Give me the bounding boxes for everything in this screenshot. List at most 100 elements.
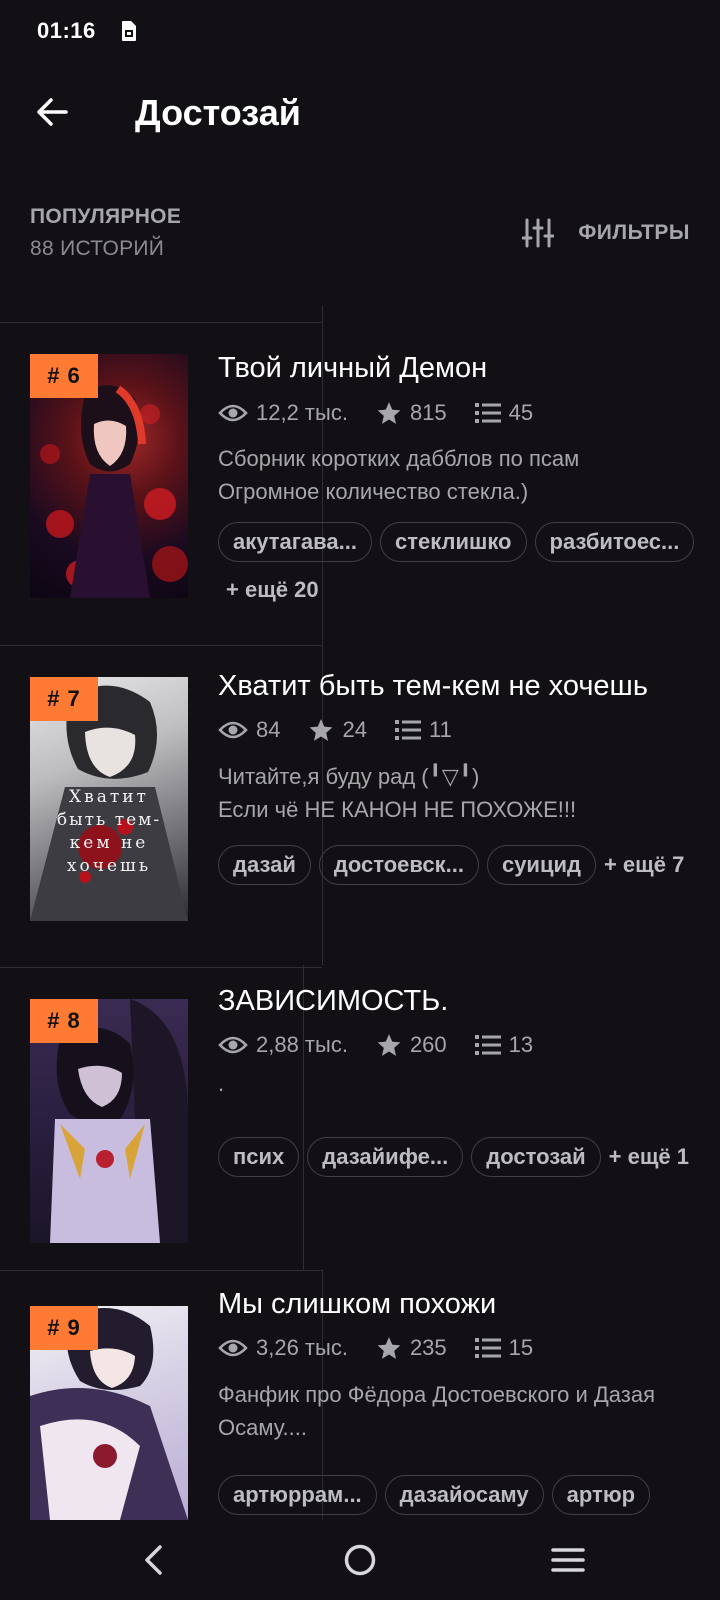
tag[interactable]: дазайосаму [384,1475,544,1515]
story-stats: 2,88 тыс. 260 13 [218,1032,561,1058]
votes-count: 24 [342,717,367,742]
tag[interactable]: разбитоес... [534,522,695,562]
nav-menu-button[interactable] [544,1536,592,1584]
story-title[interactable]: Хватит быть тем-кем не хочешь [218,670,648,703]
tag[interactable]: дазай [218,845,311,885]
status-time: 01:16 [37,18,96,43]
more-tags[interactable]: + ещё 7 [604,845,684,885]
parts-stat: 45 [474,400,534,426]
tag[interactable]: псих [218,1137,300,1177]
views-stat: 12,2 тыс. [218,400,348,426]
svg-text:кем не: кем не [70,833,149,853]
page-title: Достозай [135,92,301,133]
tag-list: дазай достоевск... суицид + ещё 7 [218,845,698,885]
parts-stat: 13 [474,1032,533,1058]
tag[interactable]: достозай [471,1137,601,1177]
list-icon [474,403,501,423]
story-description: Сборник коротких дабблов по псам Огромно… [218,442,698,508]
more-tags[interactable]: + ещё 20 [218,570,319,610]
story-cover[interactable]: Хватит быть тем- кем не хочешь # 7 [30,677,188,921]
description-line: Сборник коротких дабблов по псам [218,446,580,471]
tag[interactable]: артюррам... [218,1475,377,1515]
story-title[interactable]: Мы слишком похожи [218,1288,496,1321]
votes-stat: 260 [376,1032,447,1058]
eye-icon [218,1036,248,1054]
story-card[interactable]: # 9 Мы слишком похожи 3,26 тыс. 235 15 Ф… [0,1270,720,1520]
story-title[interactable]: ЗАВИСИМОСТЬ. [218,985,448,1018]
votes-count: 815 [409,400,447,425]
story-stats: 3,26 тыс. 235 15 [218,1335,561,1361]
tag[interactable]: суицид [486,845,596,885]
filters-button[interactable]: ФИЛЬТРЫ [522,218,690,248]
status-bar: 01:16 [0,0,720,62]
tag[interactable]: артюр [551,1475,651,1515]
list-icon [394,720,421,740]
tag[interactable]: достоевск... [318,845,479,885]
nav-home-button[interactable] [336,1536,384,1584]
parts-count: 15 [508,1335,534,1360]
arrow-left-icon [37,98,68,126]
tag-list: артюррам... дазайосаму артюр [218,1475,698,1515]
eye-icon [218,1339,248,1357]
star-icon [377,1034,401,1056]
nav-menu-icon [551,1548,585,1572]
app-bar: Достозай [0,62,720,162]
sim-card-icon [122,21,136,41]
votes-stat: 235 [376,1335,447,1361]
parts-stat: 11 [394,717,452,743]
description-line: Если чё НЕ КАНОН НЕ ПОХОЖЕ!!! [218,797,577,822]
system-nav-bar [0,1520,720,1600]
description-line: Огромное количество стекла.) [218,479,529,504]
tag[interactable]: стеклишко [379,522,527,562]
views-count: 2,88 тыс. [256,1032,348,1057]
story-card[interactable]: # 8 ЗАВИСИМОСТЬ. 2,88 тыс. 260 13 . псих… [0,967,720,1270]
more-tags[interactable]: + ещё 1 [609,1137,689,1177]
views-stat: 2,88 тыс. [218,1032,348,1058]
list-icon [474,1338,501,1358]
tag-list: акутагава... стеклишко разбитоес... + ещ… [218,522,698,610]
views-stat: 84 [218,717,280,743]
story-card[interactable]: Хватит быть тем- кем не хочешь # 7 Хвати… [0,645,720,967]
story-description: . [218,1067,698,1100]
rank-badge: # 9 [30,1306,98,1350]
description-line: Фанфик про Фёдора Достоевского и Дазая [218,1382,655,1407]
nav-back-button[interactable] [130,1536,178,1584]
story-stats: 12,2 тыс. 815 45 [218,400,561,426]
rank-badge: # 6 [30,354,98,398]
story-cover[interactable]: # 8 [30,999,188,1243]
sort-header[interactable]: ПОПУЛЯРНОЕ 88 ИСТОРИЙ [30,205,181,261]
description-line: . [218,1071,225,1096]
views-count: 3,26 тыс. [256,1335,348,1360]
votes-stat: 24 [308,717,367,743]
parts-count: 45 [508,400,534,425]
story-cover[interactable]: # 6 [30,354,188,598]
views-stat: 3,26 тыс. [218,1335,348,1361]
tag[interactable]: акутагава... [218,522,372,562]
views-count: 84 [256,717,281,742]
eye-icon [218,404,248,422]
star-icon [377,402,401,424]
story-description: Читайте,я буду рад (╹▽╹) Если чё НЕ КАНО… [218,760,698,826]
tag[interactable]: дазайифе... [307,1137,464,1177]
rank-badge: # 8 [30,999,98,1043]
sort-label: ПОПУЛЯРНОЕ [30,205,182,228]
back-button[interactable] [30,90,74,134]
svg-text:хочешь: хочешь [67,856,151,876]
story-count: 88 ИСТОРИЙ [30,237,165,260]
story-stats: 84 24 11 [218,717,480,743]
nav-home-icon [344,1544,376,1576]
svg-text:быть тем-: быть тем- [57,810,161,830]
votes-count: 235 [409,1335,447,1360]
votes-count: 260 [409,1032,447,1057]
votes-stat: 815 [376,400,447,426]
cover-title-text: Хватит [69,787,149,807]
star-icon [310,719,333,741]
eye-icon [218,721,248,739]
sliders-icon [522,218,555,248]
story-title[interactable]: Твой личный Демон [218,352,487,385]
story-cover[interactable]: # 9 [30,1306,188,1520]
description-line: Читайте,я буду рад (╹▽╹) [218,764,480,789]
star-icon [377,1337,401,1359]
nav-back-icon [145,1545,162,1575]
story-card[interactable]: # 6 Твой личный Демон 12,2 тыс. 815 45 С… [0,322,720,645]
